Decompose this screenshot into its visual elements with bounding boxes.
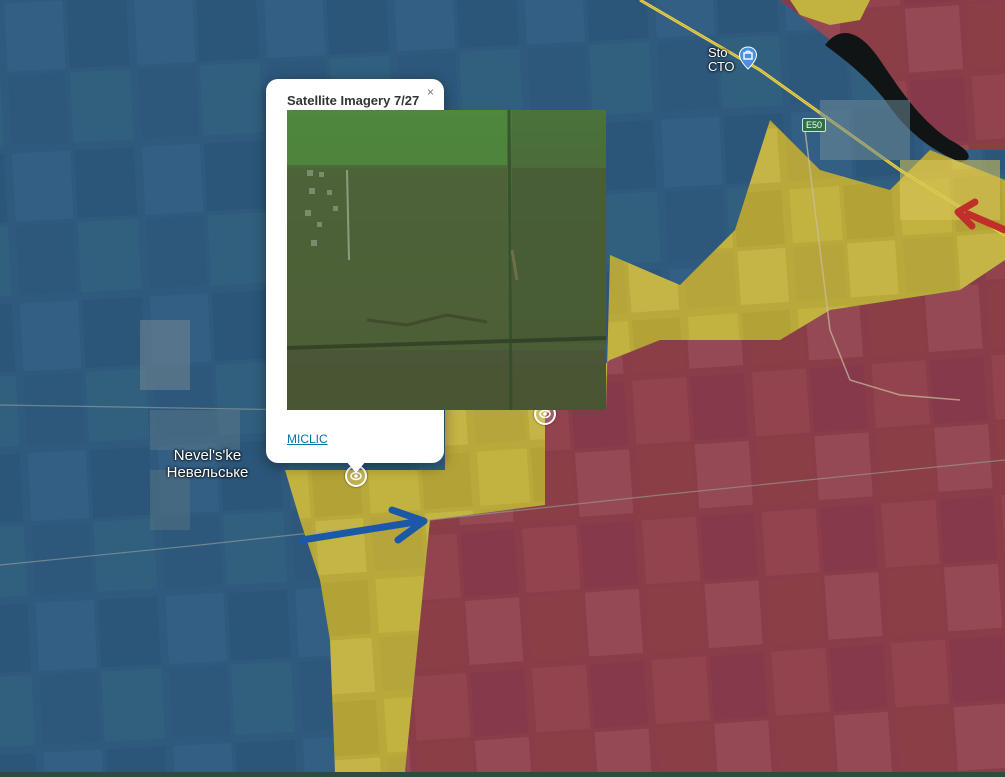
town-name-cyrillic: Невельське [166,464,249,481]
close-icon[interactable]: × [427,86,434,98]
popup-title: Satellite Imagery 7/27 [287,93,420,108]
satellite-image[interactable] [286,109,607,411]
road-shield-e50: E50 [802,118,827,132]
town-label-nevelske: Nevel's'ke Невельське [150,447,265,481]
place-name-latin: Sto [708,45,728,60]
place-name-cyrillic: СТО [708,59,735,74]
town-name-latin: Nevel's'ke [173,447,242,464]
place-label-sto: Sto СТО [708,46,734,74]
popup-tip [346,461,366,473]
popup-link-miclic[interactable]: MICLIC [287,432,328,446]
shop-icon[interactable] [738,46,758,70]
